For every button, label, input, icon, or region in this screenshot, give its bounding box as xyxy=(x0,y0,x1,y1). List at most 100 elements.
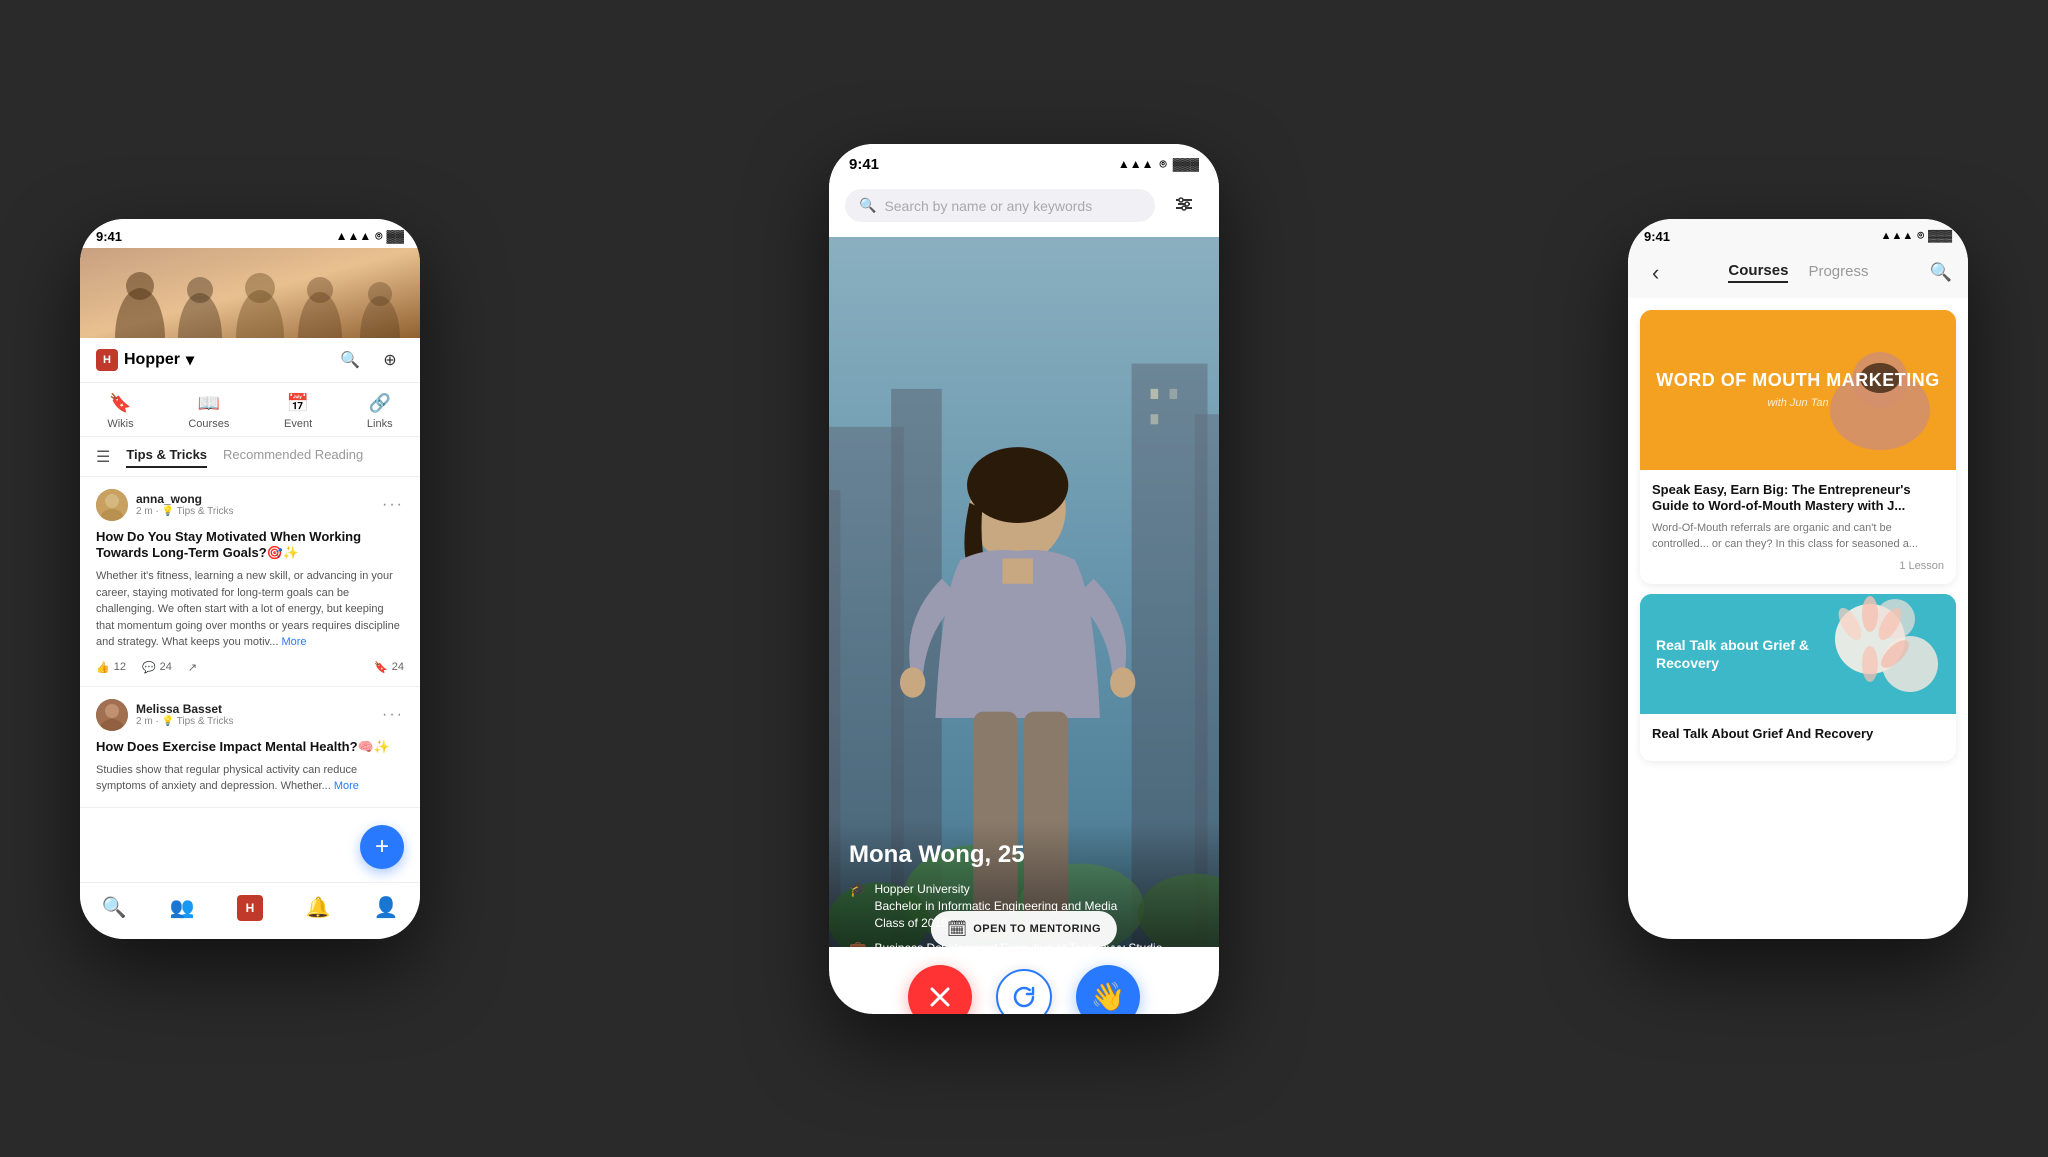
reject-x-icon xyxy=(926,983,954,1011)
right-nav-bar: ‹ Courses Progress 🔍 xyxy=(1628,248,1968,298)
center-phone-inner: 9:41 ▲▲▲ ⌾ ▓▓▓ 🔍 Search by name or any k… xyxy=(829,144,1219,1014)
post-1-likes[interactable]: 👍 12 xyxy=(96,661,126,674)
search-bar-row: 🔍 Search by name or any keywords xyxy=(829,179,1219,237)
refresh-button[interactable] xyxy=(996,969,1052,1014)
post-1-more-link[interactable]: More xyxy=(281,636,306,648)
event-tab[interactable]: 📅 Event xyxy=(284,393,312,430)
nav-actions: 🔍 ⊕ xyxy=(336,346,404,374)
filter-button[interactable] xyxy=(1165,187,1203,225)
post-1-user: anna_wong 2 m · 💡 Tips & Tricks xyxy=(96,489,233,521)
course-2-thumb-title: Real Talk about Grief & Recovery xyxy=(1656,636,1816,672)
filter-icon xyxy=(1172,194,1196,218)
thumbs-up-icon: 👍 xyxy=(96,661,110,674)
courses-tab-right[interactable]: Courses xyxy=(1728,262,1788,283)
post-card-1: anna_wong 2 m · 💡 Tips & Tricks ··· How … xyxy=(80,477,420,687)
course-1-thumbnail: WORD OF MOUTH MARKETING with Jun Tan xyxy=(1640,310,1956,470)
links-label: Links xyxy=(367,418,393,430)
mentoring-label: OPEN TO MENTORING xyxy=(973,923,1101,935)
melissa-time: 2 m · 💡 Tips & Tricks xyxy=(136,716,233,727)
event-label: Event xyxy=(284,418,312,430)
menu-nav-icon[interactable]: ⊕ xyxy=(376,346,404,374)
center-time: 9:41 xyxy=(849,156,879,173)
post-1-more-dots[interactable]: ··· xyxy=(382,496,404,514)
left-phone: 9:41 ▲▲▲ ⌾ ▓▓ xyxy=(80,219,420,939)
right-status-bar: 9:41 ▲▲▲ ⌾ ▓▓▓ xyxy=(1628,219,1968,248)
hopper-icon: H xyxy=(96,349,118,371)
right-wifi-icon: ⌾ xyxy=(1917,230,1924,243)
right-battery-icon: ▓▓▓ xyxy=(1928,230,1952,242)
search-input-wrapper[interactable]: 🔍 Search by name or any keywords xyxy=(845,189,1155,222)
back-button[interactable]: ‹ xyxy=(1644,256,1667,290)
content-filter-tabs: ☰ Tips & Tricks Recommended Reading xyxy=(80,437,420,477)
wikis-tab[interactable]: 🔖 Wikis xyxy=(107,393,133,430)
wikis-label: Wikis xyxy=(107,418,133,430)
search-nav-icon[interactable]: 🔍 xyxy=(336,346,364,374)
links-tab[interactable]: 🔗 Links xyxy=(367,393,393,430)
center-signal-icon: ▲▲▲ xyxy=(1118,157,1154,171)
course-1-thumb-text: WORD OF MOUTH MARKETING with Jun Tan xyxy=(1656,370,1939,410)
reject-button[interactable] xyxy=(908,965,972,1014)
profile-name: Mona Wong, 25 xyxy=(849,841,1199,869)
course-card-2[interactable]: Real Talk about Grief & Recovery Real Ta… xyxy=(1640,594,1956,761)
recommended-reading-tab[interactable]: Recommended Reading xyxy=(223,447,363,468)
left-status-bar: 9:41 ▲▲▲ ⌾ ▓▓ xyxy=(80,219,420,248)
hopper-logo[interactable]: H Hopper ▾ xyxy=(96,349,194,371)
battery-icon: ▓▓ xyxy=(387,229,405,243)
center-status-bar: 9:41 ▲▲▲ ⌾ ▓▓▓ xyxy=(829,144,1219,179)
event-icon: 📅 xyxy=(287,393,309,414)
bookmark-icon: 🔖 xyxy=(374,661,388,674)
open-mentoring-badge[interactable]: 🗓 OPEN TO MENTORING xyxy=(931,911,1117,947)
wave-button[interactable]: 👋 xyxy=(1076,965,1140,1014)
signal-icon: ▲▲▲ xyxy=(336,229,372,243)
courses-tab[interactable]: 📖 Courses xyxy=(188,393,229,430)
post-1-body: Whether it's fitness, learning a new ski… xyxy=(96,568,404,651)
center-phone: 9:41 ▲▲▲ ⌾ ▓▓▓ 🔍 Search by name or any k… xyxy=(829,144,1219,1014)
right-status-icons: ▲▲▲ ⌾ ▓▓▓ xyxy=(1881,230,1952,243)
right-search-btn[interactable]: 🔍 xyxy=(1930,262,1952,283)
search-section: 🔍 Search by name or any keywords xyxy=(829,179,1219,237)
course-1-description: Word-Of-Mouth referrals are organic and … xyxy=(1652,521,1944,552)
community-nav-btn[interactable]: 👥 xyxy=(162,893,202,923)
left-time: 9:41 xyxy=(96,229,122,244)
bottom-navigation: 🔍 👥 H 🔔 👤 xyxy=(80,882,420,939)
refresh-icon xyxy=(1012,985,1036,1009)
tips-tricks-tab[interactable]: Tips & Tricks xyxy=(126,447,207,468)
content-type-tabs: 🔖 Wikis 📖 Courses 📅 Event 🔗 Links xyxy=(80,383,420,437)
notifications-nav-btn[interactable]: 🔔 xyxy=(298,893,338,923)
course-1-lessons: 1 Lesson xyxy=(1652,560,1944,572)
hero-people-bg xyxy=(80,248,420,338)
anna-meta: anna_wong 2 m · 💡 Tips & Tricks xyxy=(136,492,233,517)
hero-svg xyxy=(80,248,420,338)
profile-nav-btn[interactable]: 👤 xyxy=(366,893,406,923)
post-1-header: anna_wong 2 m · 💡 Tips & Tricks ··· xyxy=(96,489,404,521)
home-hopper-icon: H xyxy=(237,895,263,921)
photo-gradient: Mona Wong, 25 🎓 Hopper University Bachel… xyxy=(829,237,1219,1014)
center-wifi-icon: ⌾ xyxy=(1160,157,1167,172)
post-2-header: Melissa Basset 2 m · 💡 Tips & Tricks ··· xyxy=(96,699,404,731)
course-2-thumbnail: Real Talk about Grief & Recovery xyxy=(1640,594,1956,714)
left-status-icons: ▲▲▲ ⌾ ▓▓ xyxy=(336,229,404,244)
post-1-comments[interactable]: 💬 24 xyxy=(142,661,172,674)
swipe-actions-row: 👋 xyxy=(829,947,1219,1014)
search-placeholder-text: Search by name or any keywords xyxy=(884,198,1092,214)
post-2-more-link[interactable]: More xyxy=(334,780,359,792)
right-time: 9:41 xyxy=(1644,229,1670,244)
post-1-share[interactable]: ↗ xyxy=(188,661,197,674)
course-card-1[interactable]: WORD OF MOUTH MARKETING with Jun Tan Spe… xyxy=(1640,310,1956,585)
home-nav-btn[interactable]: H xyxy=(230,893,270,923)
course-2-title: Real Talk About Grief And Recovery xyxy=(1652,726,1944,743)
university-icon: 🎓 xyxy=(849,881,866,898)
post-2-more-dots[interactable]: ··· xyxy=(382,706,404,724)
post-card-2: Melissa Basset 2 m · 💡 Tips & Tricks ···… xyxy=(80,687,420,808)
search-nav-btn[interactable]: 🔍 xyxy=(94,893,134,923)
wifi-icon: ⌾ xyxy=(375,229,382,244)
progress-tab[interactable]: Progress xyxy=(1808,263,1868,282)
post-1-title: How Do You Stay Motivated When Working T… xyxy=(96,529,404,563)
anna-avatar-svg xyxy=(96,489,128,521)
hopper-name: Hopper xyxy=(124,351,180,369)
mentoring-calendar-icon: 🗓 xyxy=(947,919,967,939)
post-1-bookmark[interactable]: 🔖 24 xyxy=(374,661,404,674)
fab-add-button[interactable]: + xyxy=(360,825,404,869)
courses-label: Courses xyxy=(188,418,229,430)
share-icon: ↗ xyxy=(188,661,197,674)
